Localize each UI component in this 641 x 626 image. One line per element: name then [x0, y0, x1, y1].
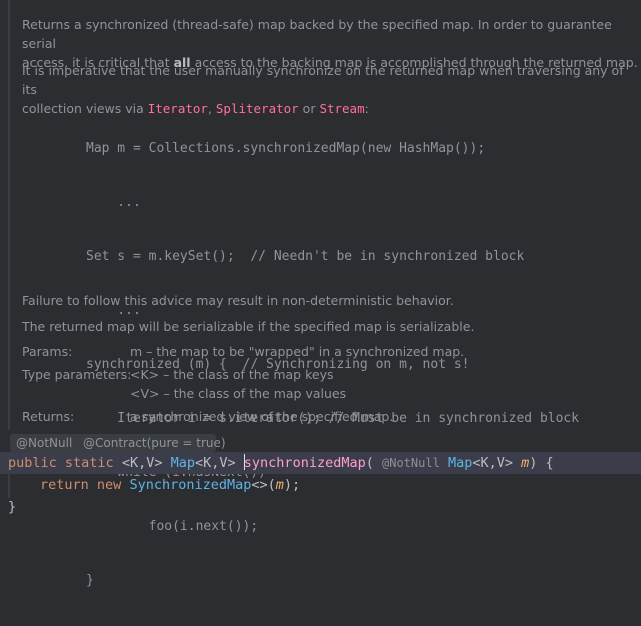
- params-value: m – the map to be "wrapped" in a synchro…: [130, 344, 465, 359]
- class-name: SynchronizedMap: [129, 477, 252, 493]
- doc-paragraph-3: Failure to follow this advice may result…: [22, 293, 454, 308]
- doc-code-example: Map m = Collections.synchronizedMap(new …: [86, 104, 579, 626]
- code-line: foo(i.next());: [86, 519, 259, 534]
- statement-end: );: [283, 477, 301, 493]
- type-param-k: <K> – the class of the map keys: [130, 367, 334, 382]
- code-line: ...: [86, 195, 141, 210]
- code-line: Set s = m.keySet(); // Needn't be in syn…: [86, 249, 525, 264]
- code-line: }: [86, 573, 94, 588]
- inferred-annotations: @NotNull @Contract(pure = true): [0, 432, 641, 454]
- doc-paragraph-4: The returned map will be serializable if…: [22, 319, 475, 334]
- type-params-label: Type parameters:: [22, 367, 132, 382]
- keyword-static: static: [64, 455, 114, 471]
- doc-p2-line1: It is imperative that the user manually …: [22, 63, 624, 97]
- method-signature-line[interactable]: public static <K,V> Map<K,V> synchronize…: [8, 452, 554, 474]
- type-param-v: <V> – the class of the map values: [130, 386, 347, 401]
- param-annotation: @NotNull: [382, 456, 440, 470]
- method-body-line[interactable]: return new SynchronizedMap<>(m);: [40, 474, 300, 496]
- arg-name: m: [275, 477, 284, 493]
- indent-guide: [8, 474, 10, 498]
- keyword-return: return: [40, 477, 89, 493]
- quick-documentation-popup: Returns a synchronized (thread-safe) map…: [0, 0, 641, 588]
- code-line: Map m = Collections.synchronizedMap(new …: [86, 141, 486, 156]
- method-name[interactable]: synchronizedMap: [244, 455, 366, 471]
- returns-label: Returns:: [22, 409, 75, 424]
- return-type: Map: [170, 455, 196, 471]
- keyword-public: public: [8, 455, 57, 471]
- open-paren: (: [365, 455, 374, 471]
- annotation-contract[interactable]: @Contract(pure = true): [83, 436, 226, 450]
- param-generics: <K,V>: [472, 455, 513, 471]
- closing-brace-line[interactable]: }: [8, 496, 16, 518]
- doc-left-rail: [8, 0, 10, 430]
- signature-close: ) {: [529, 455, 554, 471]
- param-type: Map: [447, 455, 473, 471]
- params-label: Params:: [22, 344, 73, 359]
- return-generics: <K,V>: [195, 455, 236, 471]
- doc-p1-line1: Returns a synchronized (thread-safe) map…: [22, 17, 612, 51]
- returns-value: a synchronized view of the specified map…: [130, 409, 394, 424]
- generic-params: <K,V>: [121, 455, 163, 471]
- keyword-new: new: [96, 477, 122, 493]
- annotation-notnull[interactable]: @NotNull: [16, 436, 72, 450]
- diamond: <>(: [251, 477, 276, 493]
